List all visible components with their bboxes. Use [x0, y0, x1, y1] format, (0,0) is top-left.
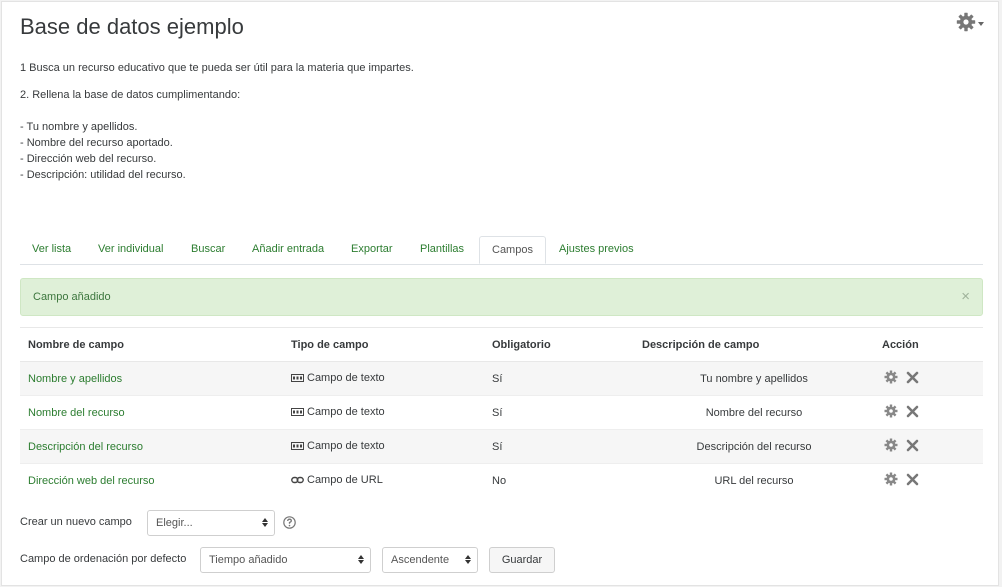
new-field-select[interactable]: Elegir...: [147, 510, 275, 536]
field-type-label: Campo de URL: [307, 474, 383, 487]
close-icon[interactable]: ×: [961, 279, 970, 315]
text-field-icon: [291, 373, 304, 385]
select-arrows-icon: [465, 555, 471, 564]
field-name-link[interactable]: Nombre y apellidos: [28, 373, 122, 385]
select-arrows-icon: [358, 555, 364, 564]
column-header-type: Tipo de campo: [283, 327, 484, 362]
column-header-required: Obligatorio: [484, 327, 634, 362]
tab-anadir-entrada[interactable]: Añadir entrada: [240, 236, 336, 263]
edit-gear-icon[interactable]: [884, 370, 898, 384]
field-name-link[interactable]: Dirección web del recurso: [28, 475, 155, 487]
field-type-label: Campo de texto: [307, 372, 385, 385]
settings-menu[interactable]: [956, 12, 984, 35]
url-link-icon: [291, 475, 304, 487]
delete-icon[interactable]: [906, 473, 919, 486]
edit-gear-icon[interactable]: [884, 472, 898, 486]
main-card: Base de datos ejemplo 1 Busca un recurso…: [1, 1, 999, 586]
help-icon[interactable]: [283, 516, 296, 532]
field-required: Sí: [484, 395, 634, 430]
field-type-label: Campo de texto: [307, 440, 385, 453]
field-description: Nombre del recurso: [634, 395, 874, 430]
tab-bar: Ver lista Ver individual Buscar Añadir e…: [20, 236, 983, 265]
field-required: No: [484, 463, 634, 497]
edit-gear-icon[interactable]: [884, 404, 898, 418]
select-arrows-icon: [262, 518, 268, 527]
field-name-link[interactable]: Nombre del recurso: [28, 407, 125, 419]
field-type-cell: Campo de texto: [283, 395, 484, 430]
table-row: Descripción del recurso Campo de texto S…: [20, 429, 983, 464]
field-type-label: Campo de texto: [307, 406, 385, 419]
fields-table: Nombre de campo Tipo de campo Obligatori…: [20, 327, 983, 497]
field-required: Sí: [484, 361, 634, 396]
field-description: URL del recurso: [634, 463, 874, 497]
chevron-down-icon: [978, 21, 984, 26]
intro-line: 2. Rellena la base de datos cumplimentan…: [20, 89, 241, 101]
success-alert: Campo añadido ×: [20, 278, 983, 316]
intro-text: 1 Busca un recurso educativo que te pued…: [20, 60, 920, 183]
field-actions: [874, 361, 983, 396]
edit-gear-icon[interactable]: [884, 438, 898, 452]
intro-line: - Dirección web del recurso.: [20, 153, 157, 165]
text-field-icon: [291, 441, 304, 453]
delete-icon[interactable]: [906, 405, 919, 418]
field-actions: [874, 429, 983, 464]
field-actions: [874, 395, 983, 430]
field-name-link[interactable]: Descripción del recurso: [28, 441, 143, 453]
tab-ajustes-previos[interactable]: Ajustes previos: [547, 236, 646, 263]
sort-order-select[interactable]: Ascendente: [382, 547, 478, 573]
intro-line: - Nombre del recurso aportado.: [20, 137, 173, 149]
alert-message: Campo añadido: [33, 291, 111, 303]
intro-line: 1 Busca un recurso educativo que te pued…: [20, 62, 414, 74]
tab-exportar[interactable]: Exportar: [339, 236, 405, 263]
field-description: Tu nombre y apellidos: [634, 361, 874, 396]
table-row: Dirección web del recurso Campo de URL N…: [20, 463, 983, 497]
tab-plantillas[interactable]: Plantillas: [408, 236, 476, 263]
gear-icon: [956, 12, 976, 35]
field-required: Sí: [484, 429, 634, 464]
column-header-name: Nombre de campo: [20, 327, 283, 362]
table-row: Nombre del recurso Campo de texto Sí Nom…: [20, 395, 983, 430]
table-row: Nombre y apellidos Campo de texto Sí Tu …: [20, 361, 983, 396]
tab-ver-individual[interactable]: Ver individual: [86, 236, 175, 263]
save-button[interactable]: Guardar: [489, 547, 555, 573]
new-field-label: Crear un nuevo campo: [20, 516, 132, 528]
intro-line: - Tu nombre y apellidos.: [20, 121, 138, 133]
intro-line: - Descripción: utilidad del recurso.: [20, 169, 186, 181]
field-type-cell: Campo de texto: [283, 429, 484, 464]
delete-icon[interactable]: [906, 439, 919, 452]
field-type-cell: Campo de URL: [283, 463, 484, 497]
delete-icon[interactable]: [906, 371, 919, 384]
column-header-description: Descripción de campo: [634, 327, 874, 362]
page-title: Base de datos ejemplo: [20, 14, 244, 39]
tab-ver-lista[interactable]: Ver lista: [20, 236, 83, 263]
tab-campos[interactable]: Campos: [479, 236, 546, 264]
sort-field-label: Campo de ordenación por defecto: [20, 553, 187, 565]
field-type-cell: Campo de texto: [283, 361, 484, 396]
field-description: Descripción del recurso: [634, 429, 874, 464]
text-field-icon: [291, 407, 304, 419]
column-header-action: Acción: [874, 327, 983, 362]
sort-field-select-value: Tiempo añadido: [209, 554, 288, 566]
tab-buscar[interactable]: Buscar: [179, 236, 237, 263]
field-actions: [874, 463, 983, 497]
sort-field-select[interactable]: Tiempo añadido: [200, 547, 371, 573]
sort-order-select-value: Ascendente: [391, 554, 450, 566]
table-header-row: Nombre de campo Tipo de campo Obligatori…: [20, 327, 983, 362]
new-field-select-value: Elegir...: [156, 517, 193, 529]
